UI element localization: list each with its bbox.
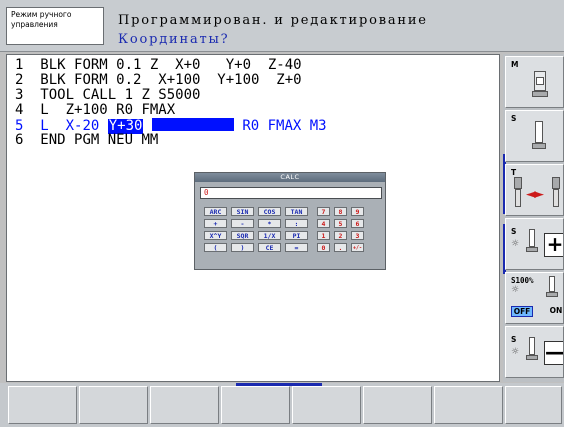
tool-right-icon (550, 177, 562, 211)
calc-key-sin[interactable]: SIN (231, 207, 254, 216)
override-off-toggle[interactable]: OFF (511, 306, 533, 317)
line-text: L Z+100 R0 FMAX (40, 102, 176, 118)
calc-key-5[interactable]: 5 (334, 219, 347, 228)
calc-key-plus[interactable]: + (204, 219, 227, 228)
line-text: END PGM NEU MM (40, 132, 159, 148)
spindle-rotation-icon: ☼ (511, 239, 520, 249)
calc-key-pi[interactable]: PI (285, 231, 308, 240)
softkey-spindle-plus[interactable]: S ☼ + (505, 218, 564, 270)
calc-key-clear-entry[interactable]: CE (258, 243, 281, 252)
softkey-s-function[interactable]: S (505, 110, 564, 162)
calc-key-sqr[interactable]: SQR (231, 231, 254, 240)
line-text: TOOL CALL 1 Z S5000 (40, 87, 201, 103)
line-number: 3 (15, 87, 24, 103)
tool-change-arrows-icon: ◄► (526, 187, 544, 202)
spindle-s-icon (532, 121, 546, 157)
calc-key-7[interactable]: 7 (317, 207, 330, 216)
calc-key-0[interactable]: 0 (317, 243, 330, 252)
program-line[interactable]: 3 TOOL CALL 1 Z S5000 (15, 88, 200, 103)
softkey-t-function[interactable]: T ◄► (505, 164, 564, 216)
softkey-letter-s: S (511, 335, 517, 344)
calc-key-4[interactable]: 4 (317, 219, 330, 228)
calculator-window: CALC 0 ARC SIN COS TAN 7 8 9 + - * : 4 5… (194, 172, 386, 270)
program-line[interactable]: 4 L Z+100 R0 FMAX (15, 103, 175, 118)
line-number: 6 (15, 132, 24, 148)
calc-key-minus[interactable]: - (231, 219, 254, 228)
spindle-override-label: S100% (511, 276, 534, 285)
calc-key-open-paren[interactable]: ( (204, 243, 227, 252)
machine-mode-line1: Режим ручного (11, 10, 72, 19)
softkey-letter-s: S (511, 114, 517, 123)
calc-key-1[interactable]: 1 (317, 231, 330, 240)
softkey-6[interactable] (363, 386, 432, 424)
calc-key-8[interactable]: 8 (334, 207, 347, 216)
program-line[interactable]: 1 BLK FORM 0.1 Z X+0 Y+0 Z-40 (15, 58, 302, 73)
program-editor[interactable]: 1 BLK FORM 0.1 Z X+0 Y+0 Z-40 2 BLK FORM… (6, 54, 500, 382)
plus-icon: + (544, 233, 563, 257)
softkey-7[interactable] (434, 386, 503, 424)
calc-key-sign[interactable]: +/- (351, 243, 364, 252)
calc-key-multiply[interactable]: * (258, 219, 281, 228)
line-text-post: R0 FMAX M3 (233, 118, 327, 134)
line-text: BLK FORM 0.2 X+100 Y+100 Z+0 (40, 72, 302, 88)
line-number: 2 (15, 72, 24, 88)
calc-key-3[interactable]: 3 (351, 231, 364, 240)
line-number: 1 (15, 57, 24, 73)
softkey-spindle-minus[interactable]: S ☼ — (505, 326, 564, 378)
spindle-icon (526, 229, 538, 259)
programming-mode-title: Программирован. и редактирование (118, 13, 428, 28)
softkey-letter-s: S (511, 227, 517, 236)
calculator-title: CALC (195, 173, 385, 182)
calc-key-divide[interactable]: : (285, 219, 308, 228)
softkey-1[interactable] (8, 386, 77, 424)
softkey-letter-t: T (511, 168, 517, 177)
calc-key-6[interactable]: 6 (351, 219, 364, 228)
spindle-icon (526, 337, 538, 367)
minus-icon: — (544, 340, 564, 365)
program-line[interactable]: 6 END PGM NEU MM (15, 133, 158, 148)
softkey-spindle-override[interactable]: S100% ☼ OFF ON (505, 272, 564, 324)
softkey-2[interactable] (79, 386, 148, 424)
calc-key-power[interactable]: X^Y (204, 231, 227, 240)
line-text: BLK FORM 0.1 Z X+0 Y+0 Z-40 (40, 57, 302, 73)
machine-mode-line2: управления (11, 20, 58, 29)
calculator-display[interactable]: 0 (200, 187, 382, 199)
program-line-active[interactable]: 5 L X-20 Y+30 R0 FMAX M3 (15, 118, 327, 134)
machine-mode-box: Режим ручного управления (6, 7, 104, 45)
softkey-letter-m: M (511, 60, 519, 69)
program-line[interactable]: 2 BLK FORM 0.2 X+100 Y+100 Z+0 (15, 73, 302, 88)
spindle-rotation-icon: ☼ (511, 347, 520, 357)
calc-key-arc[interactable]: ARC (204, 207, 227, 216)
line-number: 4 (15, 102, 24, 118)
horizontal-softkey-bar (0, 383, 564, 427)
softkey-m-function[interactable]: M (505, 56, 564, 108)
calc-key-9[interactable]: 9 (351, 207, 364, 216)
calc-key-cos[interactable]: COS (258, 207, 281, 216)
override-on-toggle[interactable]: ON (546, 306, 563, 317)
calc-key-2[interactable]: 2 (334, 231, 347, 240)
softkey-8[interactable] (505, 386, 562, 424)
softkey-4[interactable] (221, 386, 290, 424)
calc-key-equals[interactable]: = (285, 243, 308, 252)
spindle-rotation-icon: ☼ (511, 285, 520, 295)
spindle-icon (546, 276, 558, 302)
calc-key-tan[interactable]: TAN (285, 207, 308, 216)
vertical-softkey-bar: M S T ◄► S ☼ + S100% ☼ OFF ON S ☼ — (503, 54, 564, 382)
dialog-prompt: Координаты? (118, 32, 230, 47)
header-bar: Режим ручного управления Программирован.… (0, 0, 564, 52)
softkey-5[interactable] (292, 386, 361, 424)
calc-key-close-paren[interactable]: ) (231, 243, 254, 252)
input-cursor[interactable] (151, 118, 234, 131)
tool-left-icon (512, 177, 524, 211)
softkey-3[interactable] (150, 386, 219, 424)
calc-key-reciprocal[interactable]: 1/X (258, 231, 281, 240)
spindle-m-icon (530, 71, 550, 103)
calc-key-decimal[interactable]: . (334, 243, 347, 252)
